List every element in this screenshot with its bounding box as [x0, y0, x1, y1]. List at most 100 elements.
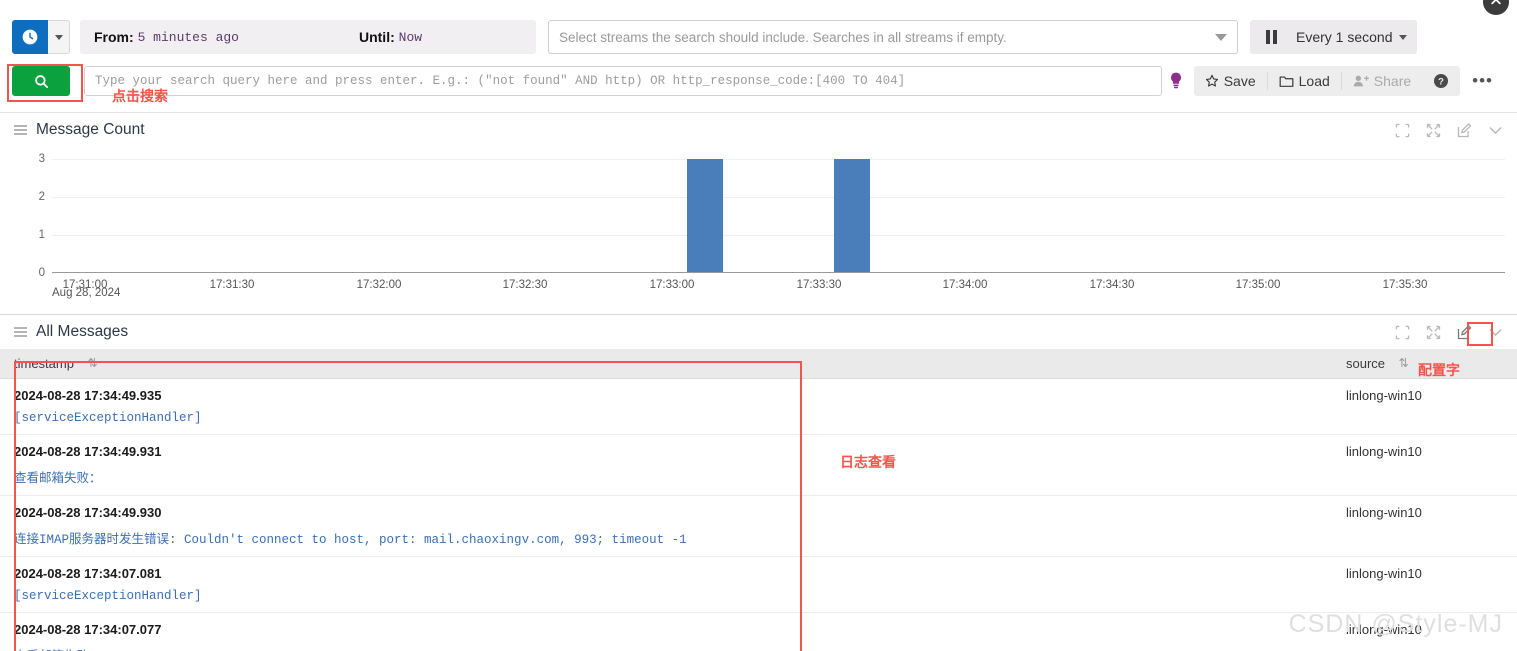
user-plus-icon [1353, 75, 1369, 87]
column-header-timestamp[interactable]: timestamp ⇅ [0, 349, 1332, 379]
chevron-down-icon[interactable] [1488, 123, 1503, 138]
table-header-row: timestamp ⇅ source ⇅ [0, 349, 1517, 379]
x-tick-1: 17:31:30 [209, 279, 255, 291]
edit-icon[interactable] [1457, 122, 1472, 138]
save-label: Save [1223, 73, 1256, 89]
row-message[interactable]: [serviceExceptionHandler] [14, 411, 1322, 425]
svg-text:?: ? [1438, 77, 1444, 88]
messages-panel-actions [1395, 324, 1503, 340]
stream-filter-placeholder: Select streams the search should include… [559, 29, 1007, 45]
chart-panel-actions [1395, 122, 1503, 138]
search-button[interactable] [12, 66, 70, 96]
x-tick-8: 17:35:00 [1235, 279, 1281, 291]
table-row[interactable]: 2024-08-28 17:34:49.931 查看邮箱失败： linlong-… [0, 434, 1517, 496]
row-timestamp: 2024-08-28 17:34:49.931 [14, 444, 162, 459]
row-message[interactable]: 查看邮箱失败： [14, 467, 1322, 486]
table-row[interactable]: 2024-08-28 17:34:07.081 [serviceExceptio… [0, 556, 1517, 613]
load-button[interactable]: Load [1268, 66, 1341, 96]
close-icon[interactable] [1483, 0, 1509, 15]
search-query-input[interactable]: Type your search query here and press en… [84, 66, 1162, 96]
y-tick-2: 2 [38, 190, 45, 203]
stream-filter-select[interactable]: Select streams the search should include… [548, 20, 1238, 54]
collapse-icon[interactable] [1395, 325, 1410, 340]
row-source: linlong-win10 [1332, 378, 1517, 435]
message-count-panel: Message Count 3 2 1 0 17:31:00 17:31:30 … [0, 112, 1517, 312]
all-messages-panel: All Messages timestamp ⇅ source ⇅ 2024-0… [0, 314, 1517, 651]
search-query-placeholder: Type your search query here and press en… [95, 74, 906, 88]
column-header-source[interactable]: source ⇅ [1332, 349, 1517, 379]
timerange-dropdown-caret[interactable] [48, 20, 70, 54]
share-button[interactable]: Share [1342, 66, 1422, 96]
y-tick-1: 1 [38, 228, 45, 241]
fullscreen-icon[interactable] [1426, 325, 1441, 340]
more-options-button[interactable]: ••• [1460, 66, 1505, 96]
row-source: linlong-win10 [1332, 434, 1517, 496]
search-toolbar: From: 5 minutes ago Until: Now Select st… [0, 14, 1517, 60]
chart-panel-header: Message Count [0, 113, 1517, 147]
chevron-down-icon [1215, 33, 1227, 41]
sort-icon[interactable]: ⇅ [88, 356, 98, 370]
x-axis [52, 272, 1505, 273]
row-message[interactable]: 连接IMAP服务器时发生错误: Couldn't connect to host… [14, 528, 1322, 547]
save-button[interactable]: Save [1194, 66, 1267, 96]
pause-icon[interactable] [1250, 20, 1292, 54]
x-tick-2: 17:32:00 [356, 279, 402, 291]
refresh-interval-button[interactable]: Every 1 second [1292, 20, 1417, 54]
row-message[interactable]: 查看邮箱失败： [14, 645, 1322, 651]
sort-icon[interactable]: ⇅ [1399, 356, 1409, 370]
table-row[interactable]: 2024-08-28 17:34:49.930 连接IMAP服务器时发生错误: … [0, 495, 1517, 557]
share-label: Share [1373, 73, 1412, 89]
until-value: Now [398, 29, 423, 45]
row-source: linlong-win10 [1332, 556, 1517, 613]
row-timestamp: 2024-08-28 17:34:49.930 [14, 505, 162, 520]
y-tick-0: 0 [38, 266, 45, 279]
source-header-label: source [1346, 356, 1386, 371]
x-tick-5: 17:33:30 [796, 279, 842, 291]
query-row: Type your search query here and press en… [0, 60, 1517, 102]
table-row[interactable]: 2024-08-28 17:34:49.935 [serviceExceptio… [0, 378, 1517, 435]
chart-plot-area: 3 2 1 0 17:31:00 17:31:30 17:32:00 17:32… [39, 153, 1505, 291]
messages-panel-header: All Messages [0, 315, 1517, 349]
drag-handle-icon[interactable] [14, 327, 27, 337]
edit-icon[interactable] [1457, 324, 1472, 340]
row-message[interactable]: [serviceExceptionHandler] [14, 589, 1322, 603]
star-icon [1205, 74, 1218, 87]
y-tick-3: 3 [38, 153, 45, 165]
chart-panel-title: Message Count [36, 121, 145, 138]
collapse-icon[interactable] [1395, 123, 1410, 138]
until-label: Until [358, 29, 391, 45]
timestamp-header-label: timestamp [14, 356, 74, 371]
x-tick-6: 17:34:00 [942, 279, 988, 291]
search-actions: Save Load Share ? [1193, 66, 1461, 96]
folder-icon [1279, 75, 1294, 87]
help-button[interactable]: ? [1422, 66, 1460, 96]
x-tick-7: 17:34:30 [1089, 279, 1135, 291]
x-tick-4: 17:33:00 [649, 279, 695, 291]
table-row[interactable]: 2024-08-28 17:34:07.077 查看邮箱失败： linlong-… [0, 612, 1517, 651]
refresh-interval-label: Every 1 second [1296, 29, 1393, 45]
messages-table-body: 2024-08-28 17:34:49.935 [serviceExceptio… [0, 378, 1517, 651]
lightbulb-icon[interactable] [1162, 72, 1190, 90]
question-circle-icon: ? [1434, 74, 1449, 88]
row-source: linlong-win10 [1332, 495, 1517, 557]
row-timestamp: 2024-08-28 17:34:49.935 [14, 388, 162, 403]
chevron-down-icon[interactable] [1488, 325, 1503, 340]
bar-17-34-40[interactable] [834, 159, 870, 272]
row-timestamp: 2024-08-28 17:34:07.077 [14, 622, 162, 637]
fullscreen-icon[interactable] [1426, 123, 1441, 138]
chart-date-label: Aug 28, 2024 [52, 287, 121, 299]
chevron-down-icon [1398, 34, 1407, 40]
bar-17-34-00[interactable] [687, 159, 723, 272]
x-tick-9: 17:35:30 [1382, 279, 1428, 291]
clock-icon[interactable] [12, 20, 48, 54]
drag-handle-icon[interactable] [14, 125, 27, 135]
messages-table: timestamp ⇅ source ⇅ 2024-08-28 17:34:49… [0, 349, 1517, 651]
x-tick-3: 17:32:30 [502, 279, 548, 291]
timerange-display[interactable]: From: 5 minutes ago Until: Now [80, 20, 536, 54]
from-value: 5 minutes ago [137, 29, 239, 45]
load-label: Load [1298, 73, 1330, 89]
refresh-controls: Every 1 second [1250, 20, 1417, 54]
from-label: From [94, 29, 129, 45]
more-label: ••• [1472, 71, 1493, 90]
timerange-selector[interactable] [12, 20, 70, 54]
